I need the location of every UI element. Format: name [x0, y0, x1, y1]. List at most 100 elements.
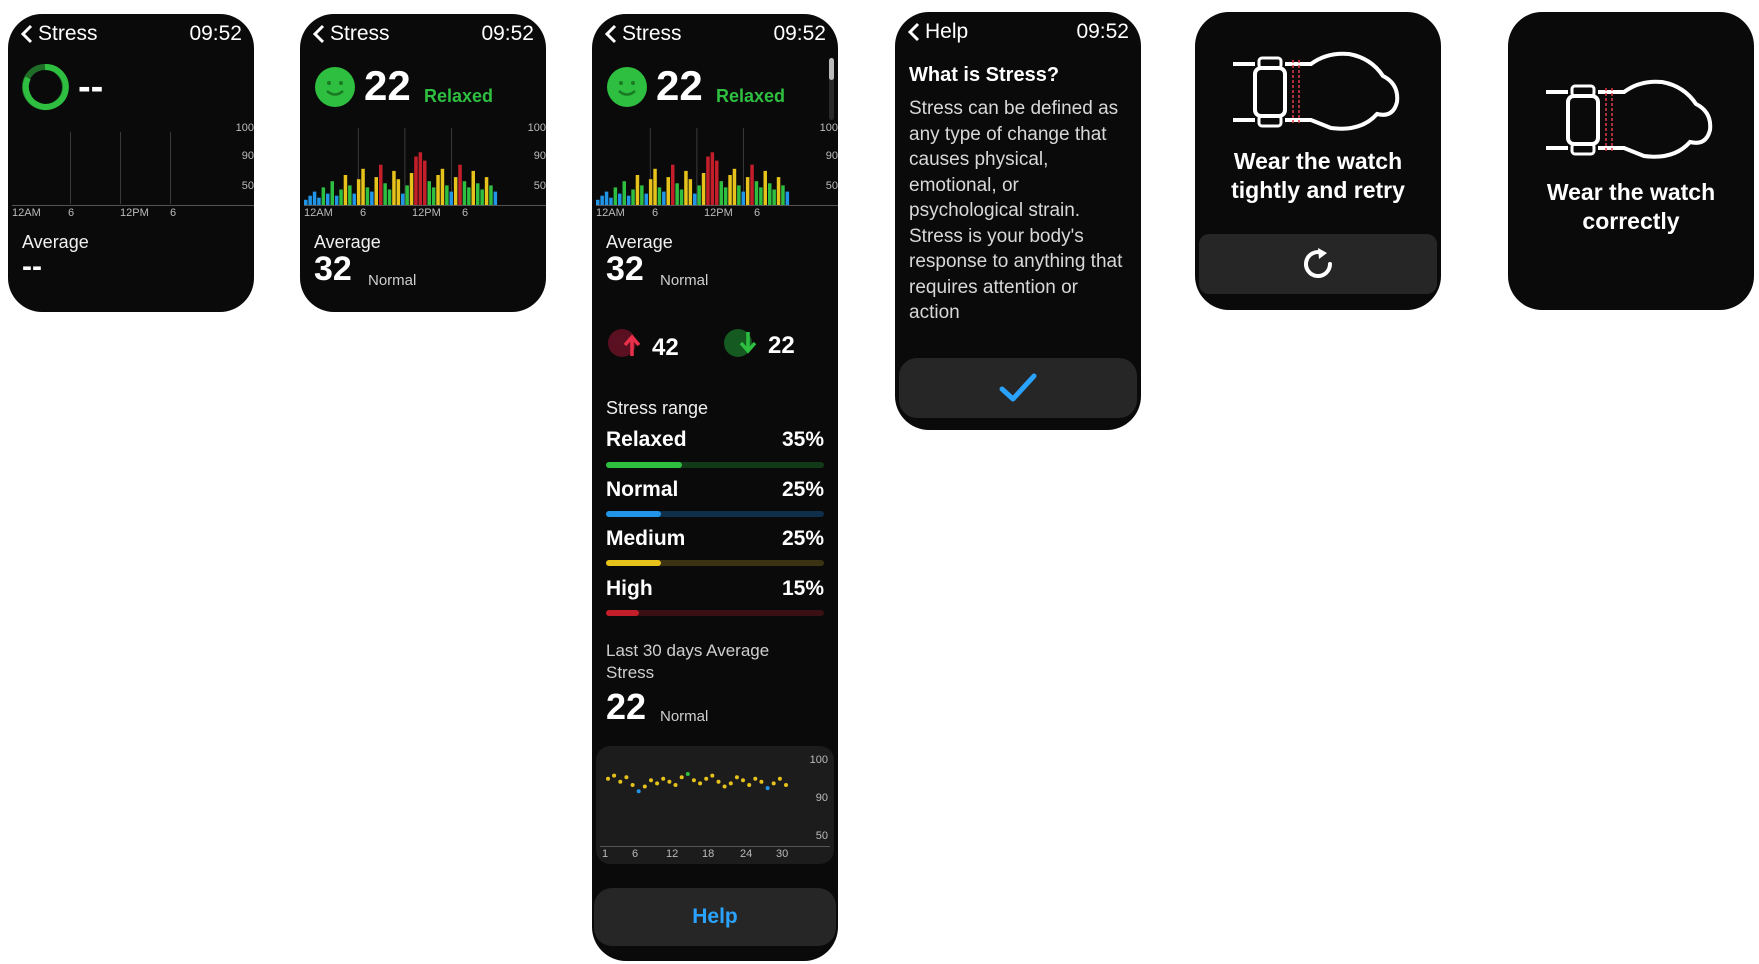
watch-screen-stress-detail[interactable]: Stress 09:52 22 Relaxed 100 90 50 12AM 6…: [592, 14, 838, 961]
stress-bar: [343, 175, 348, 206]
daily-average-point: [759, 779, 764, 784]
range-row-high: High 15%: [606, 577, 824, 601]
header: Stress 09:52: [312, 22, 534, 50]
range-label: Normal: [606, 478, 679, 501]
daily-average-point: [606, 776, 610, 781]
stress-bar: [370, 191, 374, 206]
stress-bar: [657, 187, 662, 206]
stress-bar: [631, 189, 635, 206]
stress-bar: [750, 164, 754, 206]
chevron-left-icon: [604, 24, 617, 44]
min-value: 22: [768, 332, 795, 359]
stress-bar: [453, 177, 458, 206]
scrollbar-thumb[interactable]: [829, 58, 834, 80]
y-tick: 50: [825, 180, 838, 192]
last30-status: Normal: [660, 708, 709, 725]
stress-bar: [427, 181, 431, 206]
stress-bar: [431, 187, 436, 206]
daily-average-point: [630, 783, 635, 787]
range-percent: 35%: [781, 428, 824, 451]
stress-bar: [737, 185, 741, 206]
range-label: High: [606, 577, 653, 600]
range-bar-normal: [606, 511, 824, 517]
range-percent: 25%: [781, 478, 824, 501]
stress-bar: [374, 177, 378, 206]
stress-bar: [321, 187, 326, 206]
stress-bar: [662, 191, 666, 206]
stress-value: --: [78, 66, 104, 108]
back-button[interactable]: Stress: [312, 22, 390, 46]
stress-range-title: Stress range: [606, 398, 709, 418]
stress-bar: [423, 160, 427, 206]
stress-bar: [772, 189, 776, 206]
watch-screen-stress-today: Stress 09:52 22 Relaxed 100 90 50 12AM 6…: [300, 14, 546, 312]
header: Stress 09:52: [20, 22, 242, 50]
retry-button[interactable]: [1199, 234, 1437, 294]
smiley-relaxed-icon: [315, 67, 355, 107]
stress-bar: [379, 164, 383, 206]
back-button[interactable]: Help: [907, 20, 968, 44]
stress-bar: [392, 170, 396, 206]
x-tick: 6: [360, 207, 367, 219]
screen-title: Stress: [38, 22, 98, 45]
stress-bar: [493, 191, 498, 206]
stress-bar: [348, 185, 352, 206]
loading-ring-icon: [22, 63, 69, 110]
stress-bar: [723, 187, 728, 206]
x-axis: [12, 205, 254, 206]
help-body-text: Stress can be defined as any type of cha…: [909, 98, 1123, 323]
daily-average-point: [679, 775, 684, 780]
daily-average-point: [716, 779, 721, 784]
stress-bar: [436, 175, 440, 206]
range-row-medium: Medium 25%: [606, 527, 824, 551]
y-tick: 50: [241, 180, 254, 192]
help-button-label: Help: [692, 905, 738, 928]
daily-average-point: [673, 783, 678, 787]
x-axis: [304, 205, 546, 206]
range-percent: 25%: [781, 527, 824, 550]
scrollbar[interactable]: [829, 58, 834, 120]
stress-bar: [467, 187, 471, 206]
screen-title: Help: [925, 20, 969, 43]
stress-bar: [458, 164, 462, 206]
daily-average-point: [685, 772, 690, 776]
screen-title: Stress: [622, 22, 682, 45]
stress-bar: [640, 185, 644, 206]
stress-bar: [741, 191, 745, 206]
y-tick: 90: [825, 150, 838, 162]
clock-time: 09:52: [1076, 20, 1129, 43]
stress-status: Relaxed: [716, 86, 786, 106]
stress-bar: [622, 181, 626, 206]
x-tick: 18: [702, 848, 715, 860]
checkmark-icon: [999, 373, 1037, 402]
x-tick: 12AM: [12, 207, 41, 219]
daily-average-point: [771, 781, 776, 786]
stress-bar: [489, 185, 493, 206]
stress-value: 22: [364, 62, 411, 109]
stress-bar: [356, 179, 361, 206]
y-tick: 90: [815, 792, 828, 804]
confirm-button[interactable]: [899, 358, 1137, 418]
daily-stress-bar-chart: [596, 128, 790, 206]
clock-time: 09:52: [773, 22, 826, 45]
y-tick: 100: [819, 122, 838, 134]
x-axis: [600, 846, 830, 847]
daily-average-point: [698, 781, 703, 786]
stress-bar: [613, 187, 618, 206]
daily-stress-bar-chart: [304, 128, 498, 206]
range-label: Relaxed: [606, 428, 687, 451]
daily-average-point: [624, 775, 629, 780]
max-stress-icon: [608, 329, 641, 357]
help-button[interactable]: Help: [594, 888, 836, 946]
grid-line: [120, 132, 121, 204]
back-button[interactable]: Stress: [20, 22, 98, 46]
x-tick: 12AM: [596, 207, 625, 219]
stress-bar: [409, 173, 414, 206]
y-tick: 90: [241, 150, 254, 162]
stress-bar: [635, 175, 640, 206]
stress-bar: [706, 156, 710, 206]
stress-bar: [405, 185, 409, 206]
stress-bar: [745, 177, 750, 206]
y-tick: 50: [533, 180, 546, 192]
back-button[interactable]: Stress: [604, 22, 682, 46]
